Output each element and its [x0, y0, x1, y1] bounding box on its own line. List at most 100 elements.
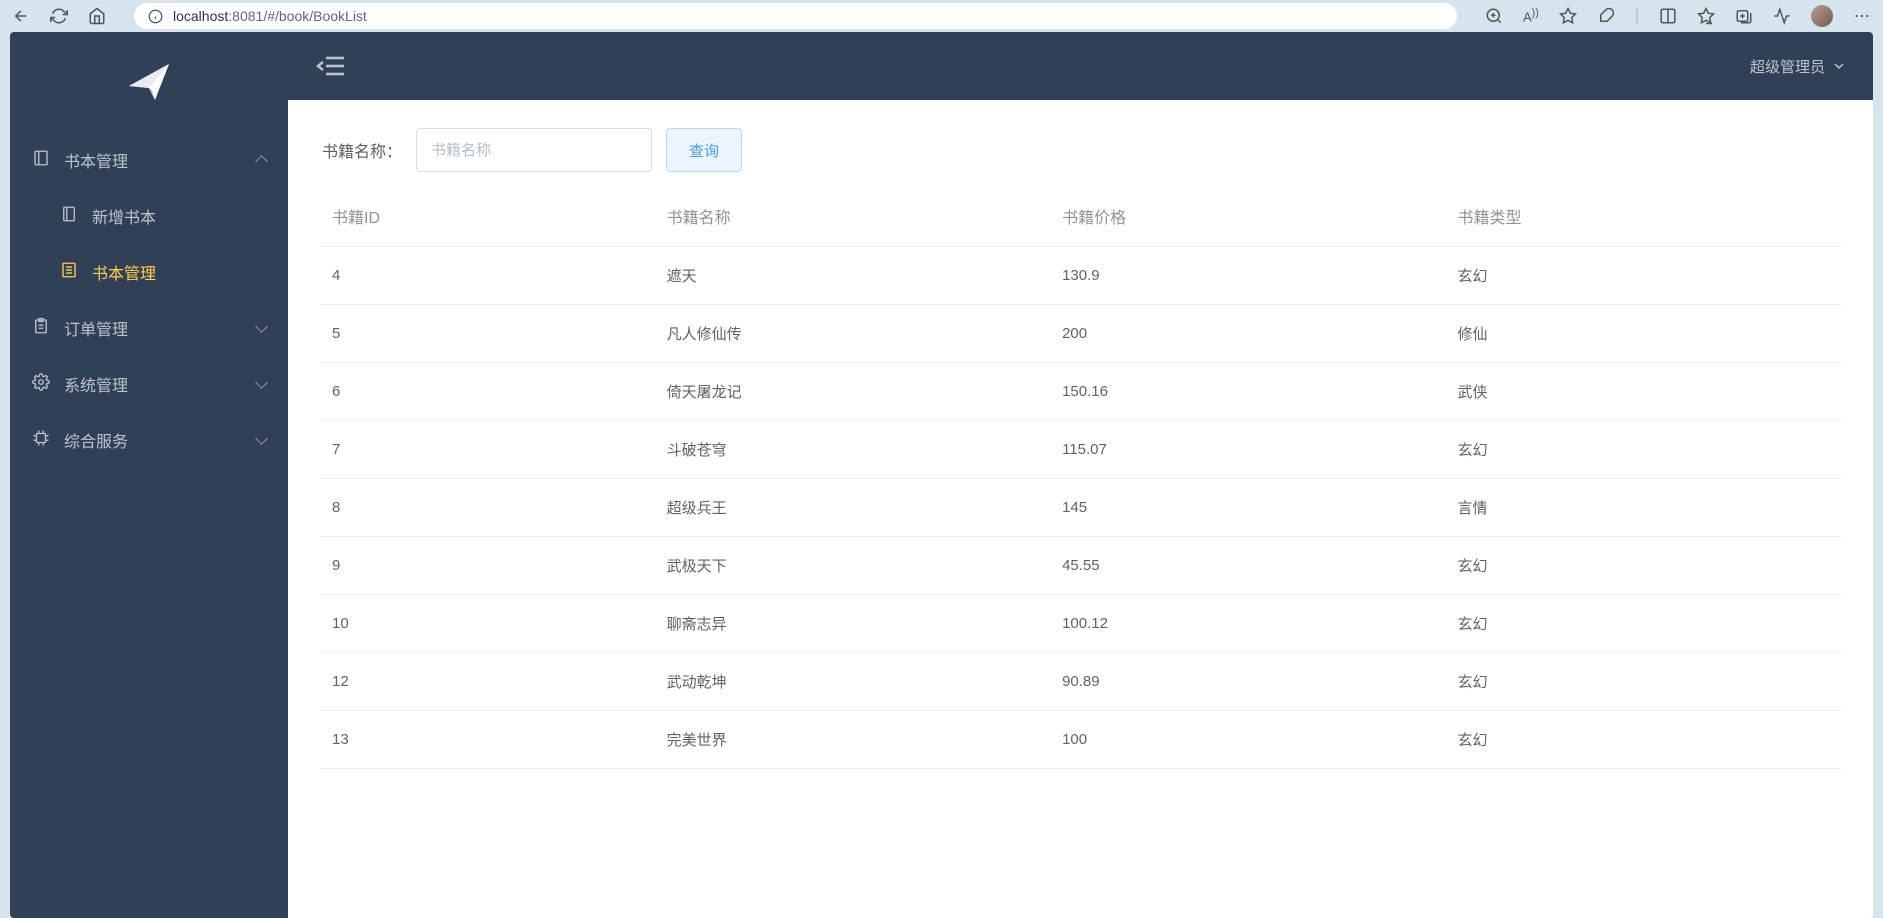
sidebar-item-label: 订单管理: [64, 316, 128, 340]
table-row[interactable]: 6倚天屠龙记150.16武侠: [320, 363, 1841, 421]
browser-chrome: localhost:8081/#/book/BookList A)) |: [0, 0, 1883, 32]
profile-avatar[interactable]: [1811, 5, 1833, 27]
book-name-input[interactable]: [416, 128, 652, 172]
th-id: 书籍ID: [320, 186, 655, 247]
sidebar-subitem-0-0[interactable]: 新增书本: [10, 188, 288, 244]
main: 超级管理员 书籍名称： 查询 书籍ID 书籍名称 书籍价格 书籍类型: [288, 32, 1873, 918]
table-row[interactable]: 7斗破苍穹115.07玄幻: [320, 421, 1841, 479]
table-row[interactable]: 8超级兵王145言情: [320, 479, 1841, 537]
book-icon: [32, 149, 50, 172]
table-row[interactable]: 9武极天下45.55玄幻: [320, 537, 1841, 595]
cell-price: 90.89: [1050, 653, 1445, 711]
cell-name: 凡人修仙传: [655, 305, 1050, 363]
cell-id: 10: [320, 595, 655, 653]
cell-id: 6: [320, 363, 655, 421]
table-row[interactable]: 13完美世界100玄幻: [320, 711, 1841, 769]
sidebar-item-0[interactable]: 书本管理: [10, 132, 288, 188]
cell-id: 12: [320, 653, 655, 711]
cell-type: 玄幻: [1446, 711, 1841, 769]
cell-price: 100.12: [1050, 595, 1445, 653]
cell-type: 玄幻: [1446, 537, 1841, 595]
url-bar[interactable]: localhost:8081/#/book/BookList: [134, 3, 1457, 29]
sidebar-subitem-label: 新增书本: [92, 204, 156, 228]
sidebar-item-3[interactable]: 综合服务: [10, 412, 288, 468]
cell-id: 7: [320, 421, 655, 479]
th-price: 书籍价格: [1050, 186, 1445, 247]
topbar: 超级管理员: [288, 32, 1873, 100]
logo: [10, 32, 288, 132]
cell-id: 8: [320, 479, 655, 537]
cell-name: 完美世界: [655, 711, 1050, 769]
zoom-icon[interactable]: [1485, 7, 1503, 25]
sidebar: 书本管理新增书本书本管理订单管理系统管理综合服务: [10, 32, 288, 918]
table-header-row: 书籍ID 书籍名称 书籍价格 书籍类型: [320, 186, 1841, 247]
back-icon[interactable]: [12, 7, 30, 25]
split-icon[interactable]: [1659, 7, 1677, 25]
table-row[interactable]: 5凡人修仙传200修仙: [320, 305, 1841, 363]
cell-type: 玄幻: [1446, 421, 1841, 479]
cell-price: 150.16: [1050, 363, 1445, 421]
collapse-menu-icon[interactable]: [316, 54, 344, 78]
cell-id: 4: [320, 247, 655, 305]
favorites-icon[interactable]: [1697, 7, 1715, 25]
cell-name: 倚天屠龙记: [655, 363, 1050, 421]
cell-name: 遮天: [655, 247, 1050, 305]
table-row[interactable]: 12武动乾坤90.89玄幻: [320, 653, 1841, 711]
cell-price: 45.55: [1050, 537, 1445, 595]
cell-id: 5: [320, 305, 655, 363]
performance-icon[interactable]: [1773, 7, 1791, 25]
cell-price: 100: [1050, 711, 1445, 769]
search-button[interactable]: 查询: [666, 128, 742, 172]
th-type: 书籍类型: [1446, 186, 1841, 247]
home-icon[interactable]: [88, 7, 106, 25]
extensions-icon[interactable]: [1597, 7, 1615, 25]
collections-icon[interactable]: [1735, 7, 1753, 25]
cell-name: 武极天下: [655, 537, 1050, 595]
app-shell: 书本管理新增书本书本管理订单管理系统管理综合服务 超级管理员 书籍名称： 查询: [10, 32, 1873, 918]
list-doc-icon: [60, 261, 78, 284]
sidebar-subitem-0-1[interactable]: 书本管理: [10, 244, 288, 300]
star-icon[interactable]: [1559, 7, 1577, 25]
sidebar-item-label: 书本管理: [64, 148, 128, 172]
add-doc-icon: [60, 205, 78, 228]
browser-right-icons: A)) |: [1485, 5, 1871, 27]
user-label: 超级管理员: [1750, 56, 1825, 77]
cell-type: 武侠: [1446, 363, 1841, 421]
search-label: 书籍名称：: [322, 138, 402, 162]
cell-price: 200: [1050, 305, 1445, 363]
cell-type: 玄幻: [1446, 595, 1841, 653]
user-dropdown[interactable]: 超级管理员: [1750, 56, 1845, 77]
sidebar-item-label: 综合服务: [64, 428, 128, 452]
gear-icon: [32, 373, 50, 396]
browser-nav: [12, 7, 106, 25]
content-area: 书籍名称： 查询 书籍ID 书籍名称 书籍价格 书籍类型 4遮天130.9玄幻5…: [288, 100, 1873, 918]
cell-type: 修仙: [1446, 305, 1841, 363]
search-row: 书籍名称： 查询: [320, 128, 1841, 172]
chip-icon: [32, 429, 50, 452]
th-name: 书籍名称: [655, 186, 1050, 247]
sidebar-item-label: 系统管理: [64, 372, 128, 396]
cell-price: 115.07: [1050, 421, 1445, 479]
chevron-down-icon: [1833, 60, 1845, 72]
cell-id: 9: [320, 537, 655, 595]
cell-type: 玄幻: [1446, 653, 1841, 711]
cell-type: 言情: [1446, 479, 1841, 537]
refresh-icon[interactable]: [50, 7, 68, 25]
cell-name: 超级兵王: [655, 479, 1050, 537]
table-row[interactable]: 4遮天130.9玄幻: [320, 247, 1841, 305]
sidebar-item-1[interactable]: 订单管理: [10, 300, 288, 356]
sidebar-item-2[interactable]: 系统管理: [10, 356, 288, 412]
url-text: localhost:8081/#/book/BookList: [173, 8, 367, 24]
info-icon: [148, 9, 163, 24]
cell-name: 武动乾坤: [655, 653, 1050, 711]
clipboard-icon: [32, 317, 50, 340]
table-row[interactable]: 10聊斋志异100.12玄幻: [320, 595, 1841, 653]
more-icon[interactable]: [1853, 7, 1871, 25]
cell-name: 聊斋志异: [655, 595, 1050, 653]
cell-name: 斗破苍穹: [655, 421, 1050, 479]
cell-id: 13: [320, 711, 655, 769]
cell-price: 130.9: [1050, 247, 1445, 305]
sidebar-subitem-label: 书本管理: [92, 260, 156, 284]
read-aloud-icon[interactable]: A)): [1523, 7, 1539, 24]
paper-plane-icon: [125, 58, 173, 106]
